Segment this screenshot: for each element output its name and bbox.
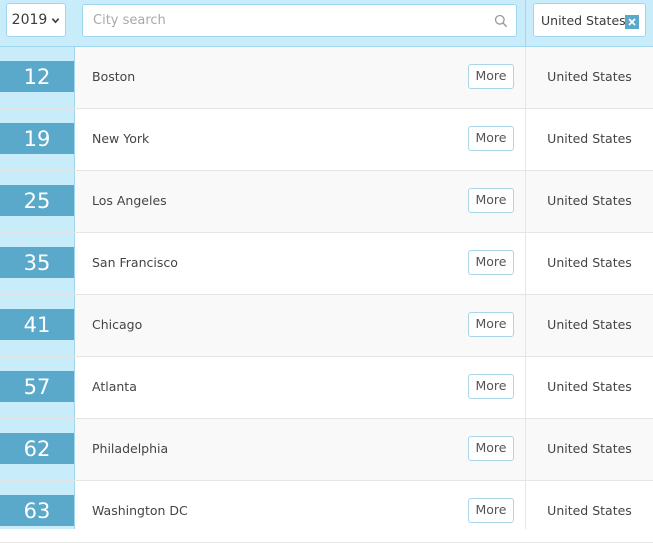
filter-header: 2019 United States: [0, 0, 653, 47]
rank-badge: 57: [0, 371, 74, 402]
more-button[interactable]: More: [468, 436, 514, 461]
year-value: 2019: [11, 12, 48, 28]
country-filter[interactable]: United States: [533, 3, 646, 37]
list-item: 12 Boston More United States: [0, 47, 653, 109]
city-name[interactable]: Chicago: [92, 317, 142, 332]
city-name[interactable]: Boston: [92, 69, 135, 84]
more-button[interactable]: More: [468, 374, 514, 399]
more-button[interactable]: More: [468, 312, 514, 337]
city-search-input[interactable]: [83, 12, 475, 29]
rank-badge: 35: [0, 247, 74, 278]
rank-badge: 25: [0, 185, 74, 216]
more-button[interactable]: More: [468, 498, 514, 523]
more-button[interactable]: More: [468, 188, 514, 213]
country-filter-label: United States: [541, 12, 626, 28]
year-dropdown[interactable]: 2019: [6, 3, 66, 37]
list-item: 63 Washington DC More United States: [0, 481, 653, 543]
country-name: United States: [547, 317, 632, 332]
country-name: United States: [547, 69, 632, 84]
city-name[interactable]: Atlanta: [92, 379, 137, 394]
list-item: 35 San Francisco More United States: [0, 233, 653, 295]
city-ranking-list: 12 Boston More United States 19 New York…: [0, 47, 653, 543]
more-button[interactable]: More: [468, 64, 514, 89]
country-name: United States: [547, 441, 632, 456]
country-name: United States: [547, 503, 632, 518]
header-divider: [525, 0, 526, 46]
city-name[interactable]: Philadelphia: [92, 441, 168, 456]
chevron-down-icon: [52, 17, 60, 23]
list-item: 57 Atlanta More United States: [0, 357, 653, 419]
city-name[interactable]: Los Angeles: [92, 193, 167, 208]
rank-badge: 12: [0, 61, 74, 92]
country-name: United States: [547, 255, 632, 270]
close-icon[interactable]: [625, 15, 639, 29]
city-name[interactable]: New York: [92, 131, 149, 146]
list-item: 62 Philadelphia More United States: [0, 419, 653, 481]
city-name[interactable]: Washington DC: [92, 503, 188, 518]
country-name: United States: [547, 379, 632, 394]
search-icon[interactable]: [494, 14, 508, 28]
country-name: United States: [547, 193, 632, 208]
city-name[interactable]: San Francisco: [92, 255, 178, 270]
rank-badge: 19: [0, 123, 74, 154]
country-name: United States: [547, 131, 632, 146]
more-button[interactable]: More: [468, 250, 514, 275]
more-button[interactable]: More: [468, 126, 514, 151]
city-search-box[interactable]: [82, 4, 517, 37]
list-item: 19 New York More United States: [0, 109, 653, 171]
rank-badge: 62: [0, 433, 74, 464]
rank-badge: 63: [0, 495, 74, 526]
list-item: 41 Chicago More United States: [0, 295, 653, 357]
rank-badge: 41: [0, 309, 74, 340]
column-divider: [525, 47, 526, 529]
list-item: 25 Los Angeles More United States: [0, 171, 653, 233]
